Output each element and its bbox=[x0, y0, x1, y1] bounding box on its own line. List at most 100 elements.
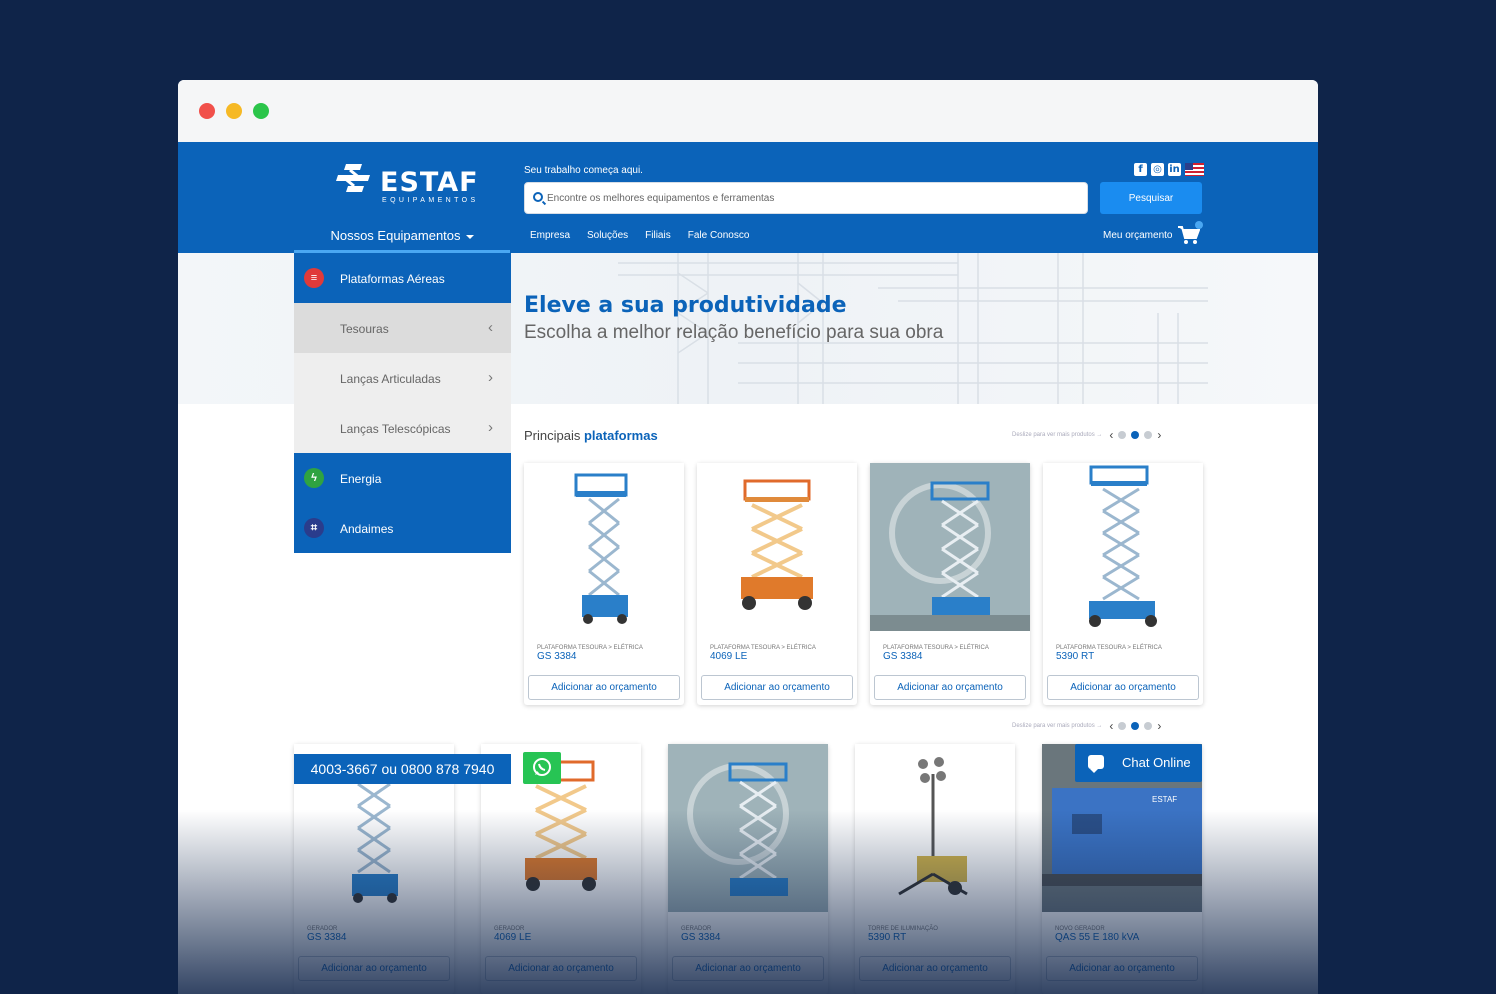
product-image bbox=[697, 463, 857, 631]
equipment-sidebar-menu: ≡ Plataformas Aéreas Tesouras ‹ Lanças A… bbox=[294, 253, 511, 553]
product-card[interactable]: TORRE DE ILUMINAÇÃO 5390 RT Adicionar ao… bbox=[855, 744, 1015, 994]
pager-dot-active[interactable] bbox=[1131, 722, 1140, 730]
pager-hint: Deslize para ver mais produtos → bbox=[1012, 723, 1103, 729]
pager-hint: Deslize para ver mais produtos → bbox=[1012, 432, 1103, 438]
product-model: 4069 LE bbox=[494, 932, 532, 943]
product-model: GS 3384 bbox=[883, 651, 923, 662]
search-box bbox=[524, 182, 1088, 214]
add-to-quote-button[interactable]: Adicionar ao orçamento bbox=[1047, 675, 1199, 700]
site-header: ESTAF EQUIPAMENTOS Nossos Equipamentos S… bbox=[178, 142, 1318, 253]
chevron-right-icon: › bbox=[488, 369, 493, 386]
sidebar-item-lancas-articuladas[interactable]: Lanças Articuladas › bbox=[294, 353, 511, 403]
minimize-window-button[interactable] bbox=[226, 103, 242, 119]
chevron-right-icon[interactable]: › bbox=[1157, 428, 1161, 442]
sidebar-item-label: Lanças Articuladas bbox=[340, 372, 441, 386]
estaf-logo-icon bbox=[336, 164, 370, 192]
add-to-quote-button[interactable]: Adicionar ao orçamento bbox=[874, 675, 1026, 700]
add-to-quote-button[interactable]: Adicionar ao orçamento bbox=[859, 956, 1011, 981]
chevron-left-icon[interactable]: ‹ bbox=[1109, 428, 1113, 442]
add-to-quote-button[interactable]: Adicionar ao orçamento bbox=[701, 675, 853, 700]
chat-label: Chat Online bbox=[1122, 755, 1191, 770]
chat-bubble-icon bbox=[1088, 755, 1104, 773]
pager-dot[interactable] bbox=[1144, 431, 1153, 439]
add-to-quote-button[interactable]: Adicionar ao orçamento bbox=[298, 956, 450, 981]
product-model: GS 3384 bbox=[681, 932, 721, 943]
estaf-logo[interactable]: ESTAF EQUIPAMENTOS bbox=[336, 160, 479, 210]
equipment-menu-label: Nossos Equipamentos bbox=[330, 228, 461, 243]
section-title: Principais plataformas bbox=[524, 428, 658, 443]
nav-fale-conosco[interactable]: Fale Conosco bbox=[688, 230, 750, 241]
add-to-quote-button[interactable]: Adicionar ao orçamento bbox=[485, 956, 637, 981]
nav-solucoes[interactable]: Soluções bbox=[587, 230, 628, 241]
product-card[interactable]: GERADOR GS 3384 Adicionar ao orçamento bbox=[668, 744, 828, 994]
pager-dot-active[interactable] bbox=[1131, 431, 1140, 439]
add-to-quote-button[interactable]: Adicionar ao orçamento bbox=[1046, 956, 1198, 981]
product-card[interactable]: PLATAFORMA TESOURA > ELÉTRICA GS 3384 Ad… bbox=[524, 463, 684, 705]
product-model: 5390 RT bbox=[1056, 651, 1095, 662]
whatsapp-icon bbox=[533, 758, 551, 776]
sidebar-item-label: Plataformas Aéreas bbox=[340, 272, 445, 286]
add-to-quote-button[interactable]: Adicionar ao orçamento bbox=[528, 675, 680, 700]
sidebar-item-label: Energia bbox=[340, 472, 382, 486]
product-model: 5390 RT bbox=[868, 932, 907, 943]
close-window-button[interactable] bbox=[199, 103, 215, 119]
product-card[interactable]: PLATAFORMA TESOURA > ELÉTRICA GS 3384 Ad… bbox=[870, 463, 1030, 705]
product-image bbox=[524, 463, 684, 631]
section-title-prefix: Principais bbox=[524, 428, 581, 443]
linkedin-icon[interactable]: in bbox=[1168, 163, 1181, 176]
phone-banner[interactable]: 4003-3667 ou 0800 878 7940 bbox=[294, 754, 511, 784]
caret-down-icon bbox=[465, 234, 474, 239]
instagram-icon[interactable]: ◎ bbox=[1151, 163, 1164, 176]
us-flag-icon[interactable] bbox=[1185, 163, 1204, 176]
sidebar-item-plataformas-aereas[interactable]: ≡ Plataformas Aéreas bbox=[294, 253, 511, 303]
chat-online-button[interactable]: Chat Online bbox=[1075, 744, 1202, 782]
product-image bbox=[1043, 463, 1203, 631]
product-image bbox=[668, 744, 828, 912]
chevron-right-icon[interactable]: › bbox=[1157, 719, 1161, 733]
sidebar-item-label: Lanças Telescópicas bbox=[340, 422, 451, 436]
search-input[interactable] bbox=[547, 183, 1077, 213]
sidebar-item-andaimes[interactable]: ⌗ Andaimes bbox=[294, 503, 511, 553]
carousel-pager: Deslize para ver mais produtos → ‹ › bbox=[1012, 428, 1161, 442]
budget-link[interactable]: Meu orçamento bbox=[1103, 230, 1172, 241]
browser-window: ESTAF EQUIPAMENTOS Nossos Equipamentos S… bbox=[178, 80, 1318, 994]
search-button[interactable]: Pesquisar bbox=[1100, 182, 1202, 214]
chevron-right-icon: › bbox=[488, 419, 493, 436]
product-card[interactable]: PLATAFORMA TESOURA > ELÉTRICA 5390 RT Ad… bbox=[1043, 463, 1203, 705]
whatsapp-button[interactable] bbox=[523, 752, 561, 784]
tagline: Seu trabalho começa aqui. bbox=[524, 165, 643, 176]
nav-filiais[interactable]: Filiais bbox=[645, 230, 671, 241]
product-model: 4069 LE bbox=[710, 651, 748, 662]
sidebar-item-tesouras[interactable]: Tesouras ‹ bbox=[294, 303, 511, 353]
sidebar-item-label: Tesouras bbox=[340, 322, 389, 336]
cart-count-badge bbox=[1195, 221, 1203, 229]
sidebar-item-energia[interactable]: ϟ Energia bbox=[294, 453, 511, 503]
product-image bbox=[870, 463, 1030, 631]
facebook-icon[interactable]: f bbox=[1134, 163, 1147, 176]
pager-dot[interactable] bbox=[1118, 722, 1127, 730]
social-links: f ◎ in bbox=[1134, 163, 1204, 176]
hero-subtitle: Escolha a melhor relação benefício para … bbox=[524, 322, 944, 343]
chevron-left-icon[interactable]: ‹ bbox=[1109, 719, 1113, 733]
scaffold-icon: ⌗ bbox=[304, 518, 324, 538]
pager-dot[interactable] bbox=[1144, 722, 1153, 730]
logo-text: ESTAF bbox=[380, 167, 479, 198]
sidebar-item-lancas-telescopicas[interactable]: Lanças Telescópicas › bbox=[294, 403, 511, 453]
product-model: QAS 55 E 180 kVA bbox=[1055, 932, 1140, 943]
nav-empresa[interactable]: Empresa bbox=[530, 230, 570, 241]
carousel-pager-2: Deslize para ver mais produtos → ‹ › bbox=[1012, 719, 1161, 733]
main-nav: Empresa Soluções Filiais Fale Conosco bbox=[530, 230, 749, 241]
svg-text:ESTAF: ESTAF bbox=[1152, 795, 1177, 804]
product-card[interactable]: PLATAFORMA TESOURA > ELÉTRICA 4069 LE Ad… bbox=[697, 463, 857, 705]
cart-button[interactable] bbox=[1178, 221, 1203, 245]
maximize-window-button[interactable] bbox=[253, 103, 269, 119]
equipment-menu-toggle[interactable]: Nossos Equipamentos bbox=[294, 222, 510, 253]
add-to-quote-button[interactable]: Adicionar ao orçamento bbox=[672, 956, 824, 981]
search-icon bbox=[533, 192, 543, 202]
product-image bbox=[855, 744, 1015, 912]
logo-subtitle: EQUIPAMENTOS bbox=[382, 197, 479, 204]
window-titlebar bbox=[178, 80, 1318, 142]
pager-dot[interactable] bbox=[1118, 431, 1127, 439]
hero-title: Eleve a sua produtividade bbox=[524, 293, 847, 318]
bolt-icon: ϟ bbox=[304, 468, 324, 488]
